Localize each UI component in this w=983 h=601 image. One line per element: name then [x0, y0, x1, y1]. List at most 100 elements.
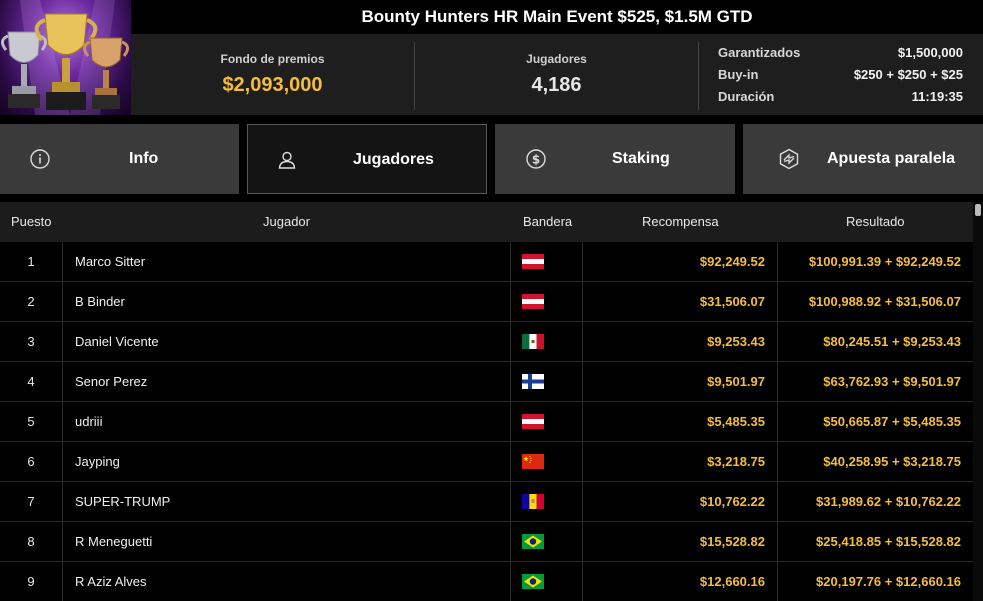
row-result: $100,991.39 + $92,249.52 — [808, 254, 961, 269]
row-player-name[interactable]: B Binder — [75, 282, 125, 322]
row-position: 5 — [27, 414, 35, 429]
detail-key: Garantizados — [718, 45, 801, 60]
table-row[interactable]: 3 Daniel Vicente $9,253.43 $80,245.51 + $9,… — [0, 322, 973, 362]
row-reward: $5,485.35 — [707, 414, 765, 429]
table-row[interactable]: 2 B Binder $31,506.07 $100,988.92 + $31,506… — [0, 282, 973, 322]
detail-key: Buy-in — [718, 67, 759, 82]
table-row[interactable]: 6 Jayping $3,218.75 $40,258.95 + $3,218.75 — [0, 442, 973, 482]
row-reward: $15,528.82 — [699, 534, 765, 549]
table-scrollbar[interactable] — [973, 202, 983, 601]
row-reward: $92,249.52 — [699, 254, 765, 269]
row-reward: $9,253.43 — [707, 334, 765, 349]
row-position: 1 — [27, 254, 35, 269]
tab-side-bet[interactable]: Apuesta paralela — [743, 124, 983, 194]
players-table: Puesto Jugador Bandera Recompensa Result… — [0, 202, 973, 601]
trophy-thumbnail — [0, 0, 131, 115]
tab-label: Apuesta paralela — [827, 150, 956, 167]
row-position: 2 — [27, 294, 35, 309]
tournament-details: Garantizados $1,500,000 Buy-in $250 + $2… — [718, 42, 963, 108]
table-row[interactable]: 7 SUPER-TRUMP $10,762.22 $31,989.62 + $10,7… — [0, 482, 973, 522]
row-reward: $10,762.22 — [699, 494, 765, 509]
hexagon-bolt-icon — [779, 148, 799, 170]
header-result[interactable]: Resultado — [846, 202, 905, 242]
brazil-flag-icon — [522, 574, 544, 589]
andorra-flag-icon — [522, 494, 544, 509]
tab-label: Info — [129, 150, 159, 167]
svg-text:$: $ — [532, 153, 540, 167]
row-result: $80,245.51 + $9,253.43 — [823, 334, 961, 349]
row-reward: $12,660.16 — [699, 574, 765, 589]
column-divider — [62, 242, 63, 601]
china-flag-icon — [522, 454, 544, 469]
table-row[interactable]: 8 R Meneguetti $15,528.82 $25,418.85 + $15,… — [0, 522, 973, 562]
detail-buyin: Buy-in $250 + $250 + $25 — [718, 64, 963, 86]
tournament-header: Bounty Hunters HR Main Event $525, $1.5M… — [0, 0, 983, 115]
players-label: Jugadores — [526, 52, 587, 66]
row-player-name[interactable]: Senor Perez — [75, 362, 147, 402]
brazil-flag-icon — [522, 534, 544, 549]
row-position: 3 — [27, 334, 35, 349]
table-row[interactable]: 9 R Aziz Alves $12,660.16 $20,197.76 + $12,… — [0, 562, 973, 601]
prize-pool-label: Fondo de premios — [220, 52, 325, 66]
column-divider — [582, 242, 583, 601]
prize-pool-value: $2,093,000 — [222, 74, 323, 96]
prize-pool-stat: Fondo de premios $2,093,000 — [131, 34, 414, 115]
user-icon — [278, 151, 296, 169]
header-reward[interactable]: Recompensa — [642, 202, 719, 242]
tournament-title: Bounty Hunters HR Main Event $525, $1.5M… — [361, 7, 753, 26]
tab-staking[interactable]: $ Staking — [495, 124, 735, 194]
detail-duration: Duración 11:19:35 — [718, 86, 963, 108]
row-player-name[interactable]: R Aziz Alves — [75, 562, 147, 601]
detail-guaranteed: Garantizados $1,500,000 — [718, 42, 963, 64]
table-header: Puesto Jugador Bandera Recompensa Result… — [0, 202, 973, 242]
column-divider — [777, 242, 778, 601]
table-row[interactable]: 5 udriii $5,485.35 $50,665.87 + $5,485.35 — [0, 402, 973, 442]
tab-label: Jugadores — [353, 151, 434, 168]
row-result: $100,988.92 + $31,506.07 — [808, 294, 961, 309]
row-position: 6 — [27, 454, 35, 469]
row-player-name[interactable]: Jayping — [75, 442, 120, 482]
tab-info[interactable]: Info — [0, 124, 239, 194]
detail-key: Duración — [718, 89, 775, 104]
mexico-flag-icon — [522, 334, 544, 349]
row-result: $40,258.95 + $3,218.75 — [823, 454, 961, 469]
row-reward: $9,501.97 — [707, 374, 765, 389]
divider — [698, 42, 699, 110]
dollar-coin-icon: $ — [526, 149, 546, 169]
row-player-name[interactable]: R Meneguetti — [75, 522, 152, 562]
tab-label: Staking — [612, 150, 670, 167]
row-reward: $31,506.07 — [699, 294, 765, 309]
finland-flag-icon — [522, 374, 544, 389]
row-result: $50,665.87 + $5,485.35 — [823, 414, 961, 429]
info-icon — [30, 149, 50, 169]
row-position: 9 — [27, 574, 35, 589]
row-player-name[interactable]: udriii — [75, 402, 102, 442]
row-position: 4 — [27, 374, 35, 389]
austria-flag-icon — [522, 254, 544, 269]
row-player-name[interactable]: Daniel Vicente — [75, 322, 159, 362]
column-divider — [510, 242, 511, 601]
table-row[interactable]: 4 Senor Perez $9,501.97 $63,762.93 + $9,501… — [0, 362, 973, 402]
detail-value: $1,500,000 — [897, 45, 963, 60]
tab-players[interactable]: Jugadores — [247, 124, 487, 194]
row-position: 8 — [27, 534, 35, 549]
detail-value: $250 + $250 + $25 — [853, 67, 963, 82]
header-flag[interactable]: Bandera — [523, 202, 572, 242]
table-row[interactable]: 1 Marco Sitter $92,249.52 $100,991.39 + $92… — [0, 242, 973, 282]
row-position: 7 — [27, 494, 35, 509]
row-result: $25,418.85 + $15,528.82 — [816, 534, 961, 549]
trophies-icon — [1, 0, 129, 115]
tab-bar: Info Jugadores $ Staking Apuesta paralel… — [0, 124, 983, 194]
players-value: 4,186 — [531, 74, 582, 96]
detail-value: 11:19:35 — [911, 89, 963, 104]
row-player-name[interactable]: SUPER-TRUMP — [75, 482, 170, 522]
row-player-name[interactable]: Marco Sitter — [75, 242, 145, 282]
row-result: $63,762.93 + $9,501.97 — [823, 374, 961, 389]
tournament-info-bar: Fondo de premios $2,093,000 Jugadores 4,… — [131, 34, 983, 115]
players-stat: Jugadores 4,186 — [415, 34, 698, 115]
row-reward: $3,218.75 — [707, 454, 765, 469]
header-player[interactable]: Jugador — [263, 202, 310, 242]
row-result: $31,989.62 + $10,762.22 — [816, 494, 961, 509]
scrollbar-thumb[interactable] — [975, 204, 981, 216]
header-position[interactable]: Puesto — [11, 202, 51, 242]
